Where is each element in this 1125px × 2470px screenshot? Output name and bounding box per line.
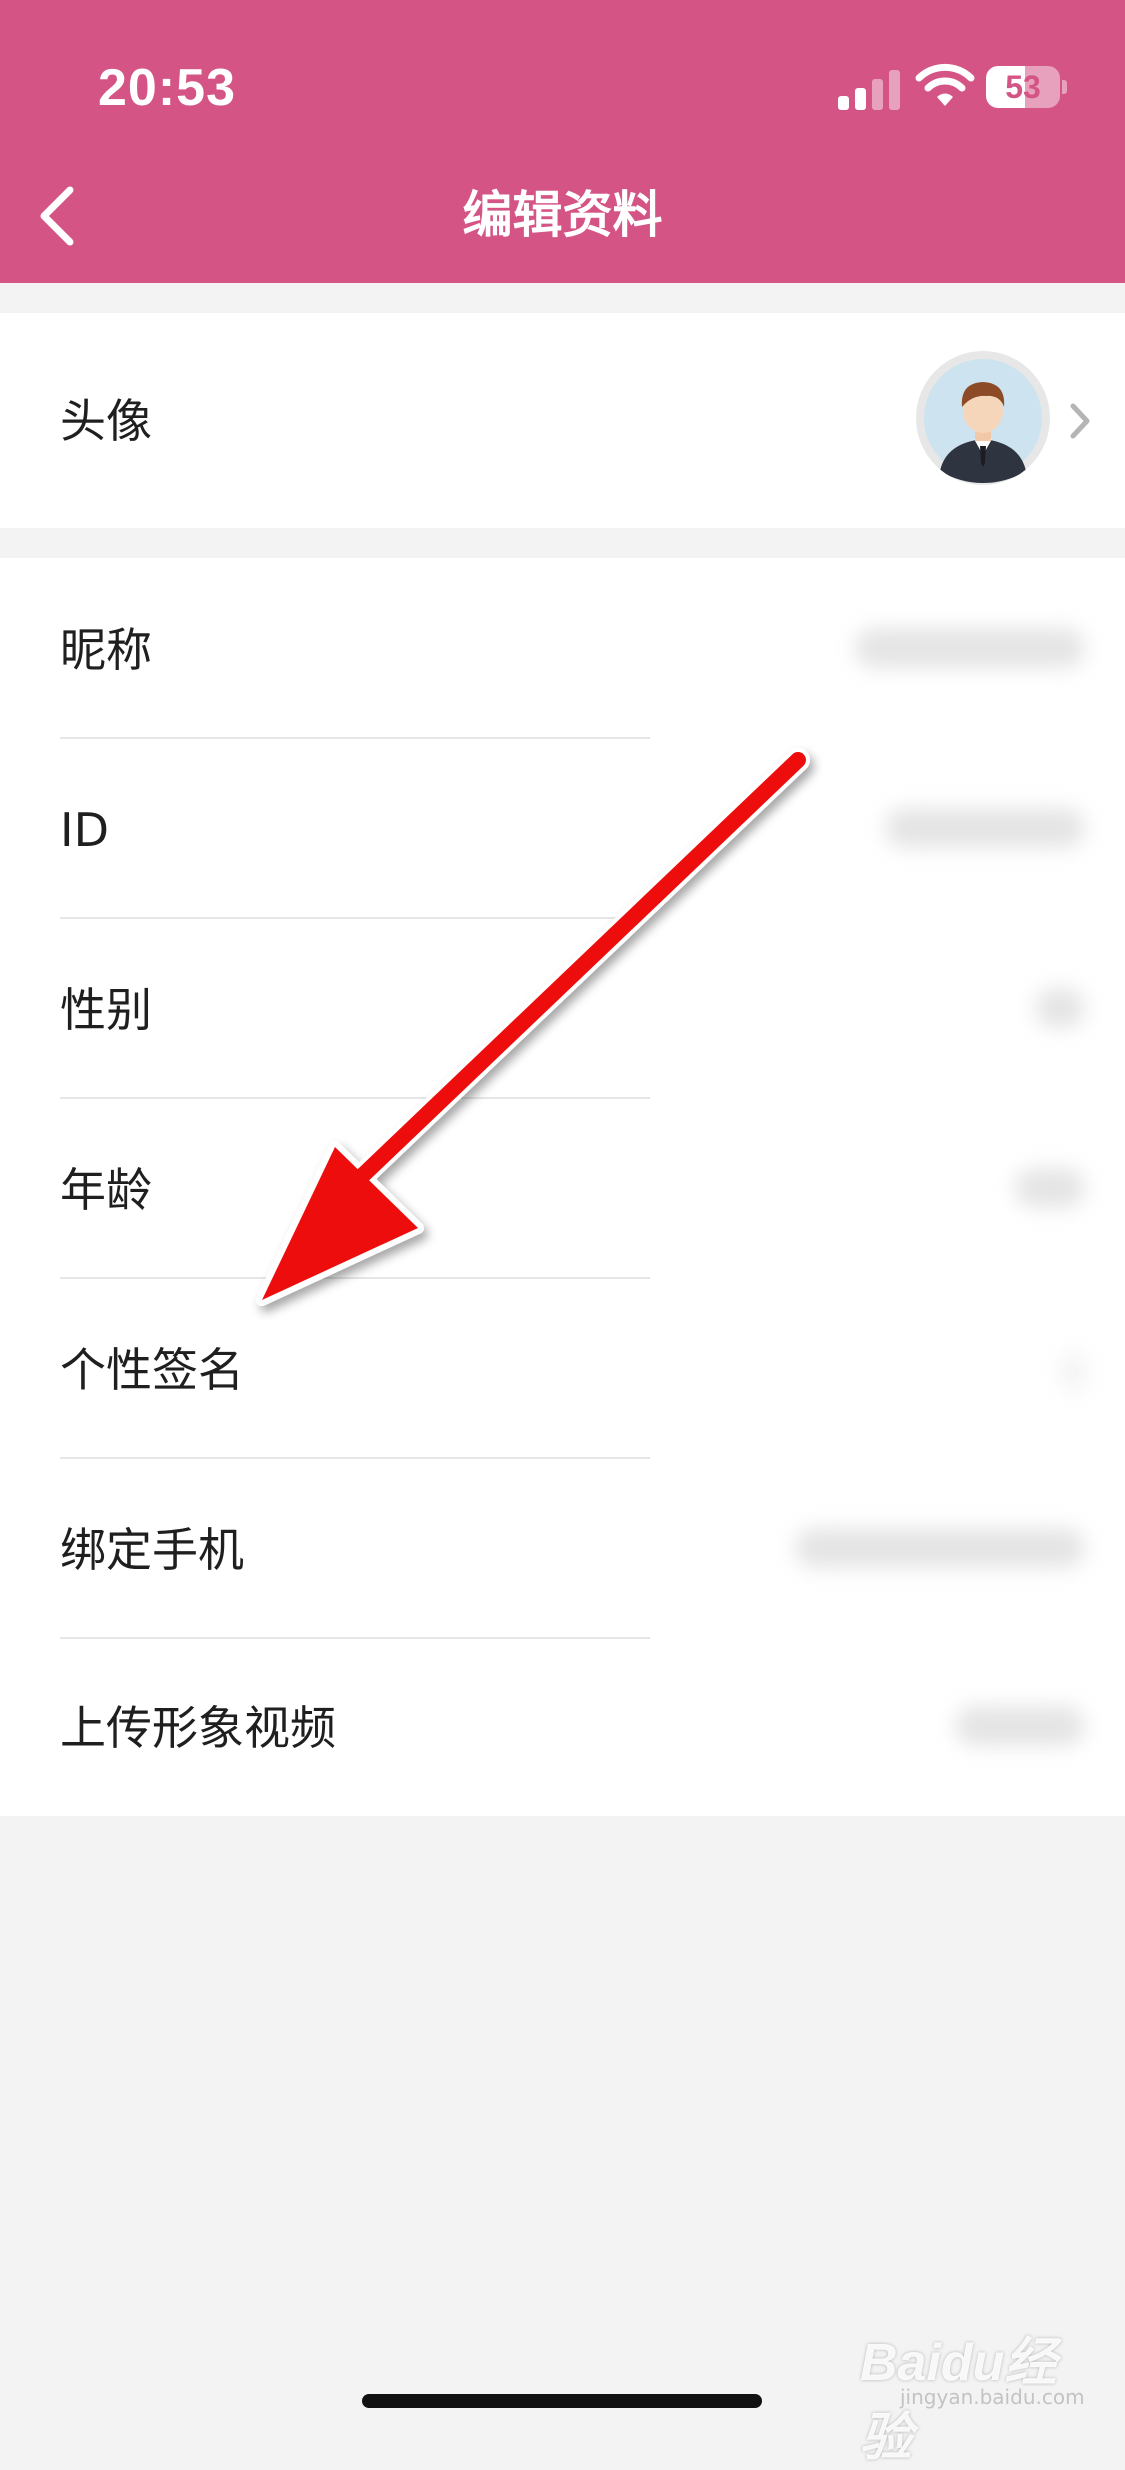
avatar-row-label: 头像 <box>60 394 152 448</box>
nickname-label: 昵称 <box>60 623 152 677</box>
list-item-gender[interactable]: 性别 <box>0 918 1125 1098</box>
list-item-bind-phone[interactable]: 绑定手机 <box>0 1458 1125 1638</box>
home-indicator[interactable] <box>362 2394 762 2408</box>
list-item-id[interactable]: ID <box>0 738 1125 918</box>
cellular-signal-icon <box>838 70 900 110</box>
page-title: 编辑资料 <box>462 186 663 244</box>
bind-phone-label: 绑定手机 <box>60 1523 244 1577</box>
gender-value-blurred <box>1035 988 1085 1028</box>
chevron-right-icon <box>1070 403 1090 439</box>
list-item-upload-video[interactable]: 上传形象视频 <box>0 1638 1125 1816</box>
battery-cap <box>1062 80 1067 94</box>
watermark-site: jingyan.baidu.com <box>900 2385 1085 2409</box>
list-item-nickname[interactable]: 昵称 <box>0 558 1125 738</box>
list-item-age[interactable]: 年龄 <box>0 1098 1125 1278</box>
status-time: 20:53 <box>98 59 236 117</box>
list-item-signature[interactable]: 个性签名 <box>0 1278 1125 1458</box>
avatar-card: 头像 <box>0 313 1125 528</box>
age-value-blurred <box>1015 1168 1085 1208</box>
signature-label: 个性签名 <box>60 1343 244 1397</box>
battery-percent: 53 <box>1005 69 1041 105</box>
id-value-blurred <box>885 808 1085 848</box>
gender-label: 性别 <box>60 983 152 1037</box>
app-header: 20:53 53 编辑资料 <box>0 0 1125 283</box>
avatar-row[interactable]: 头像 <box>0 313 1125 528</box>
bind-phone-value-blurred <box>795 1528 1085 1568</box>
user-avatar-icon[interactable] <box>916 351 1050 485</box>
age-label: 年龄 <box>60 1163 152 1217</box>
id-label: ID <box>60 803 109 857</box>
battery-body: 53 <box>986 66 1060 108</box>
battery-indicator: 53 <box>986 66 1068 110</box>
upload-video-label: 上传形象视频 <box>60 1701 336 1755</box>
baidu-watermark: Baidu经验 jingyan.baidu.com <box>860 2310 1100 2467</box>
signature-value-blurred <box>1061 1352 1085 1392</box>
upload-video-value-blurred <box>955 1706 1085 1746</box>
wifi-icon <box>915 63 975 106</box>
profile-list-card: 昵称 ID 性别 年龄 个性签名 绑定手机 上传形象视频 <box>0 558 1125 1816</box>
nickname-value-blurred <box>855 628 1085 668</box>
